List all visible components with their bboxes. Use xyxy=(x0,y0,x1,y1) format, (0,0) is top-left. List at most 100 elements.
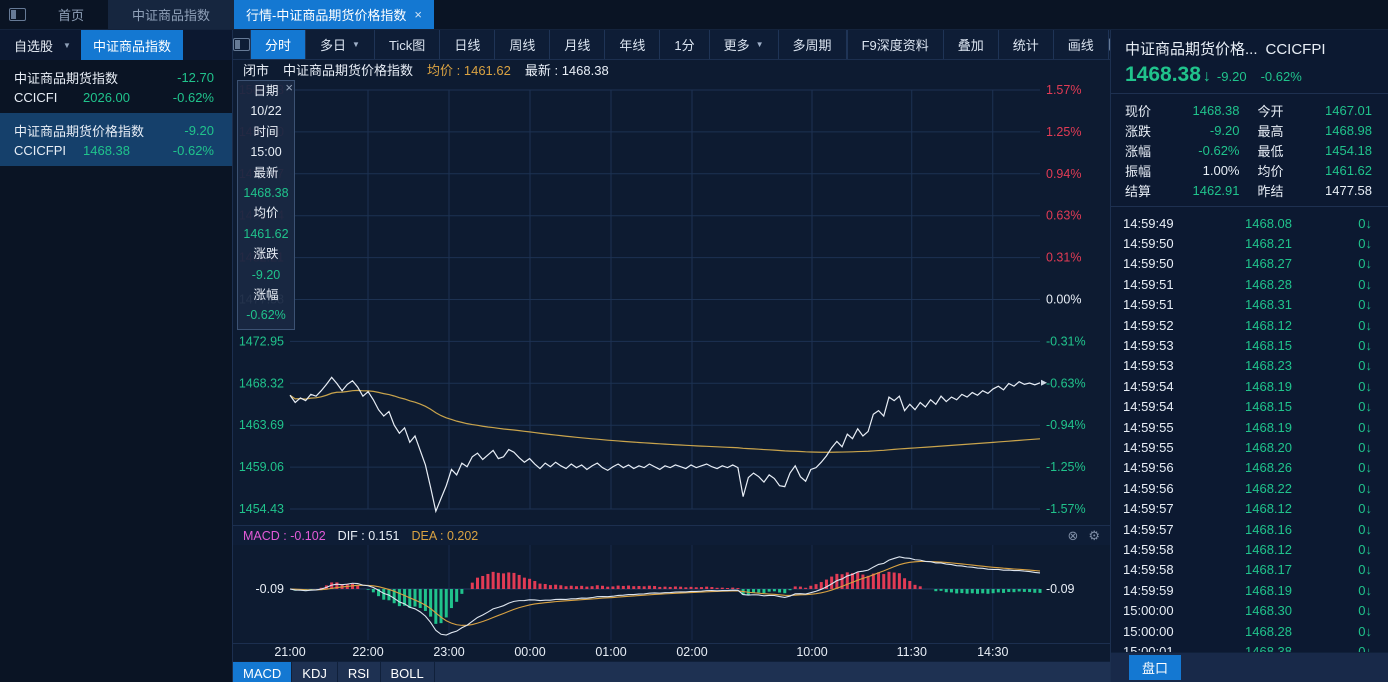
toolbar-action-label: 叠加 xyxy=(957,38,984,53)
indicator-tab-RSI[interactable]: RSI xyxy=(338,662,381,682)
macd-left-axis-label: -0.09 xyxy=(256,582,285,596)
stat-value: 1468.98 xyxy=(1325,122,1372,138)
top-tab-2[interactable]: 行情-中证商品期货价格指数 × xyxy=(234,0,434,29)
tick-volume: 0↓ xyxy=(1358,480,1372,496)
toolbar-action-统计[interactable]: 统计 xyxy=(997,30,1053,59)
period-tab-更多[interactable]: 更多 ▼ xyxy=(710,30,779,59)
tooltip-value: 1468.38 xyxy=(243,185,289,200)
watchlist: 中证商品期货指数 -12.70 CCICFI 2026.00 -0.62% 中证商品期货价… xyxy=(0,60,232,166)
tick-volume: 0↓ xyxy=(1358,501,1372,517)
tick-time: 14:59:50 xyxy=(1123,256,1174,272)
tick-volume: 0↓ xyxy=(1358,256,1372,272)
tick-row: 14:59:52 1468.12 0↓ xyxy=(1111,315,1388,335)
chevron-down-icon: ▼ xyxy=(352,40,360,49)
tick-row: 14:59:56 1468.26 0↓ xyxy=(1111,458,1388,478)
tick-volume: 0↓ xyxy=(1358,623,1372,639)
watch-pct: -0.62% xyxy=(172,142,214,158)
y-axis-pct-label: -0.63% xyxy=(1046,376,1086,390)
sidebar-toggle-button[interactable] xyxy=(0,0,34,29)
tick-row: 14:59:50 1468.27 0↓ xyxy=(1111,254,1388,274)
y-axis-pct-label: 1.25% xyxy=(1046,125,1081,139)
quote-stats-grid: 现价 1468.38 今开 1467.01 涨跌 -9.20 最高 1468.98 涨幅 -0.6… xyxy=(1111,94,1388,207)
stat-label: 最低 xyxy=(1257,143,1284,159)
period-tab-月线[interactable]: 月线 xyxy=(550,30,606,59)
stat-value: 1462.91 xyxy=(1192,182,1240,198)
toolbar-action-F9深度资料[interactable]: F9深度资料 xyxy=(846,30,943,59)
quote-panel: 中证商品期货价格... CCICFPI 1468.38 ↓ -9.20 -0.6… xyxy=(1110,30,1388,682)
watchlist-item[interactable]: 中证商品期货指数 -12.70 CCICFI 2026.00 -0.62% xyxy=(0,60,232,113)
tick-row: 14:59:57 1468.16 0↓ xyxy=(1111,519,1388,539)
stat-value: 1468.38 xyxy=(1192,102,1240,118)
close-icon[interactable]: × xyxy=(414,7,422,22)
tick-volume: 0↓ xyxy=(1358,562,1373,578)
period-tab-日线[interactable]: 日线 xyxy=(440,30,496,59)
order-book-button[interactable]: 盘口 xyxy=(1129,655,1182,680)
tick-volume: 0↓ xyxy=(1358,419,1372,435)
quote-price-row: 1468.38 ↓ -9.20 -0.62% xyxy=(1111,59,1388,94)
tick-price: 1468.08 xyxy=(1245,215,1292,231)
watchlist-item[interactable]: 中证商品期货价格指数 -9.20 CCICFPI 1468.38 -0.62% xyxy=(0,113,232,166)
tick-row: 14:59:50 1468.21 0↓ xyxy=(1111,233,1388,253)
stat-value: -9.20 xyxy=(1209,122,1240,138)
time-axis-label: 22:00 xyxy=(352,645,384,659)
y-axis-price-label: 1463.69 xyxy=(239,418,284,432)
collapse-left-panel-button[interactable] xyxy=(233,30,251,59)
last-price-readout: 最新 : 1468.38 xyxy=(524,62,609,78)
tick-time: 14:59:56 xyxy=(1123,460,1174,476)
stat-label: 涨幅 xyxy=(1125,143,1152,159)
indicator-settings-icon[interactable]: ⚙ xyxy=(1088,528,1100,544)
period-tab-周线[interactable]: 周线 xyxy=(495,30,551,59)
tick-trade-list: 14:59:49 1468.08 0↓ 14:59:50 1468.21 0↓ 14:59:… xyxy=(1111,207,1388,662)
top-tab-bar: 首页 中证商品指数 行情-中证商品期货价格指数 × xyxy=(0,0,1388,30)
tick-price: 1468.15 xyxy=(1245,399,1292,415)
tick-volume: 0↓ xyxy=(1358,276,1372,292)
indicator-close-icon[interactable]: ⊗ xyxy=(1067,528,1078,544)
tooltip-close-icon[interactable]: × xyxy=(285,81,293,94)
stat-value: 1467.01 xyxy=(1325,102,1372,118)
price-chart-canvas[interactable]: 1500.731.57%1496.101.25%1491.470.94%1486… xyxy=(233,78,1110,525)
macd-value-MACD: MACD : -0.102 xyxy=(243,528,326,543)
intraday-chart[interactable]: 1500.731.57%1496.101.25%1491.470.94%1486… xyxy=(233,78,1110,525)
y-axis-pct-label: 1.57% xyxy=(1046,83,1081,97)
tick-row: 14:59:56 1468.22 0↓ xyxy=(1111,478,1388,498)
macd-header: MACD : -0.102 DIF : 0.151 DEA : 0.202 ⊗ ⚙ xyxy=(233,525,1110,545)
quote-change-pct: -0.62% xyxy=(1260,69,1302,84)
time-axis-label: 14:30 xyxy=(977,645,1009,659)
period-tab-多周期[interactable]: 多周期 xyxy=(779,30,847,59)
period-tab-分时[interactable]: 分时 xyxy=(251,30,307,59)
avg-price-line xyxy=(289,389,1041,453)
stat-label: 结算 xyxy=(1125,183,1152,199)
indicator-tab-KDJ[interactable]: KDJ xyxy=(292,662,338,682)
toolbar-action-画线[interactable]: 画线 xyxy=(1052,30,1108,59)
arrow-down-icon: ↓ xyxy=(1365,562,1373,578)
top-tab-1[interactable]: 中证商品指数 xyxy=(108,0,235,29)
tick-row: 14:59:55 1468.20 0↓ xyxy=(1111,437,1388,457)
watch-group-dropdown[interactable]: 自选股 ▼ xyxy=(0,30,81,60)
quote-change: -9.20 xyxy=(1216,69,1247,84)
macd-chart-canvas[interactable]: -0.09 -0.09 xyxy=(233,545,1110,640)
period-tab-1分[interactable]: 1分 xyxy=(660,30,710,59)
period-tab-多日[interactable]: 多日 ▼ xyxy=(306,30,375,59)
y-axis-pct-label: -1.57% xyxy=(1046,502,1086,516)
tick-volume: 0↓ xyxy=(1358,439,1372,455)
quote-stat-row: 涨跌 -9.20 最高 1468.98 xyxy=(1125,120,1372,140)
chevron-down-icon: ▼ xyxy=(63,40,71,50)
indicator-tab-MACD[interactable]: MACD xyxy=(233,662,293,682)
watch-name: 中证商品期货指数 xyxy=(14,70,119,86)
period-tab-label: 日线 xyxy=(454,38,481,53)
arrow-down-icon: ↓ xyxy=(1365,236,1373,252)
top-tab-0[interactable]: 首页 xyxy=(34,0,108,29)
arrow-down-icon: ↓ xyxy=(1365,338,1373,354)
tick-time: 15:00:00 xyxy=(1123,603,1174,619)
tooltip-label: 时间 xyxy=(253,124,279,139)
y-axis-pct-label: 0.00% xyxy=(1046,293,1081,307)
indicator-tab-BOLL[interactable]: BOLL xyxy=(381,662,435,682)
tick-volume: 0↓ xyxy=(1358,297,1372,313)
period-tab-年线[interactable]: 年线 xyxy=(605,30,661,59)
watch-group-tab-active[interactable]: 中证商品指数 xyxy=(80,30,183,60)
toolbar-action-label: 画线 xyxy=(1067,38,1094,53)
toolbar-action-叠加[interactable]: 叠加 xyxy=(942,30,998,59)
tick-price: 1468.31 xyxy=(1245,297,1292,313)
period-tab-Tick图[interactable]: Tick图 xyxy=(375,30,441,59)
time-axis-label: 10:00 xyxy=(796,645,828,659)
